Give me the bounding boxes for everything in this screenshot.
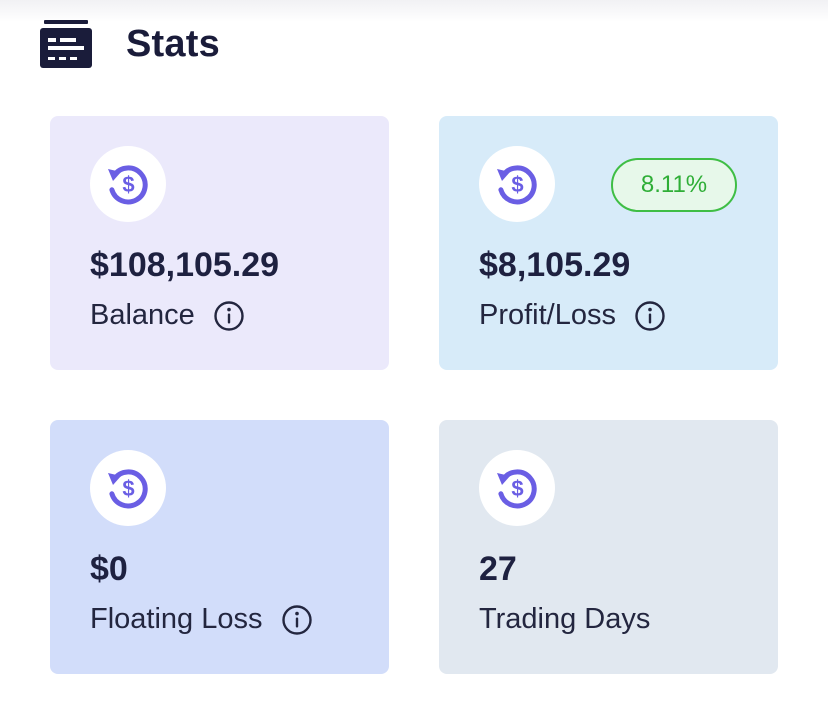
info-icon[interactable] <box>213 300 245 332</box>
trading-days-card: $ 27 Trading Days <box>439 420 778 674</box>
dollar-refresh-icon: $ <box>108 469 148 509</box>
profit-loss-label: Profit/Loss <box>479 299 616 331</box>
percent-badge: 8.11% <box>611 158 737 212</box>
dollar-refresh-icon: $ <box>497 469 537 509</box>
balance-value: $108,105.29 <box>90 246 280 284</box>
info-icon[interactable] <box>281 604 313 636</box>
dollar-refresh-icon: $ <box>108 165 148 205</box>
balance-label: Balance <box>90 299 195 331</box>
floating-loss-label-row: Floating Loss <box>90 603 313 636</box>
svg-text:$: $ <box>122 172 134 197</box>
floating-loss-label: Floating Loss <box>90 603 263 635</box>
icon-circle: $ <box>479 146 555 222</box>
icon-circle: $ <box>90 146 166 222</box>
balance-label-row: Balance <box>90 299 245 332</box>
trading-days-label-row: Trading Days <box>479 603 650 636</box>
floating-loss-card: $ $0 Floating Loss <box>50 420 389 674</box>
profit-loss-card: $ 8.11% $8,105.29 Profit/Loss <box>439 116 778 370</box>
svg-text:$: $ <box>511 476 523 501</box>
trading-days-label: Trading Days <box>479 603 651 635</box>
icon-circle: $ <box>479 450 555 526</box>
profit-loss-value: $8,105.29 <box>479 246 631 284</box>
dashboard-card-icon <box>40 20 92 68</box>
stats-header: Stats <box>40 20 220 68</box>
profit-loss-label-row: Profit/Loss <box>479 299 666 332</box>
svg-text:$: $ <box>511 172 523 197</box>
page-title: Stats <box>126 22 220 65</box>
info-icon[interactable] <box>634 300 666 332</box>
floating-loss-value: $0 <box>90 550 128 588</box>
dollar-refresh-icon: $ <box>497 165 537 205</box>
trading-days-value: 27 <box>479 550 517 588</box>
top-shade <box>0 0 828 22</box>
icon-circle: $ <box>90 450 166 526</box>
balance-card: $ $108,105.29 Balance <box>50 116 389 370</box>
svg-text:$: $ <box>122 476 134 501</box>
